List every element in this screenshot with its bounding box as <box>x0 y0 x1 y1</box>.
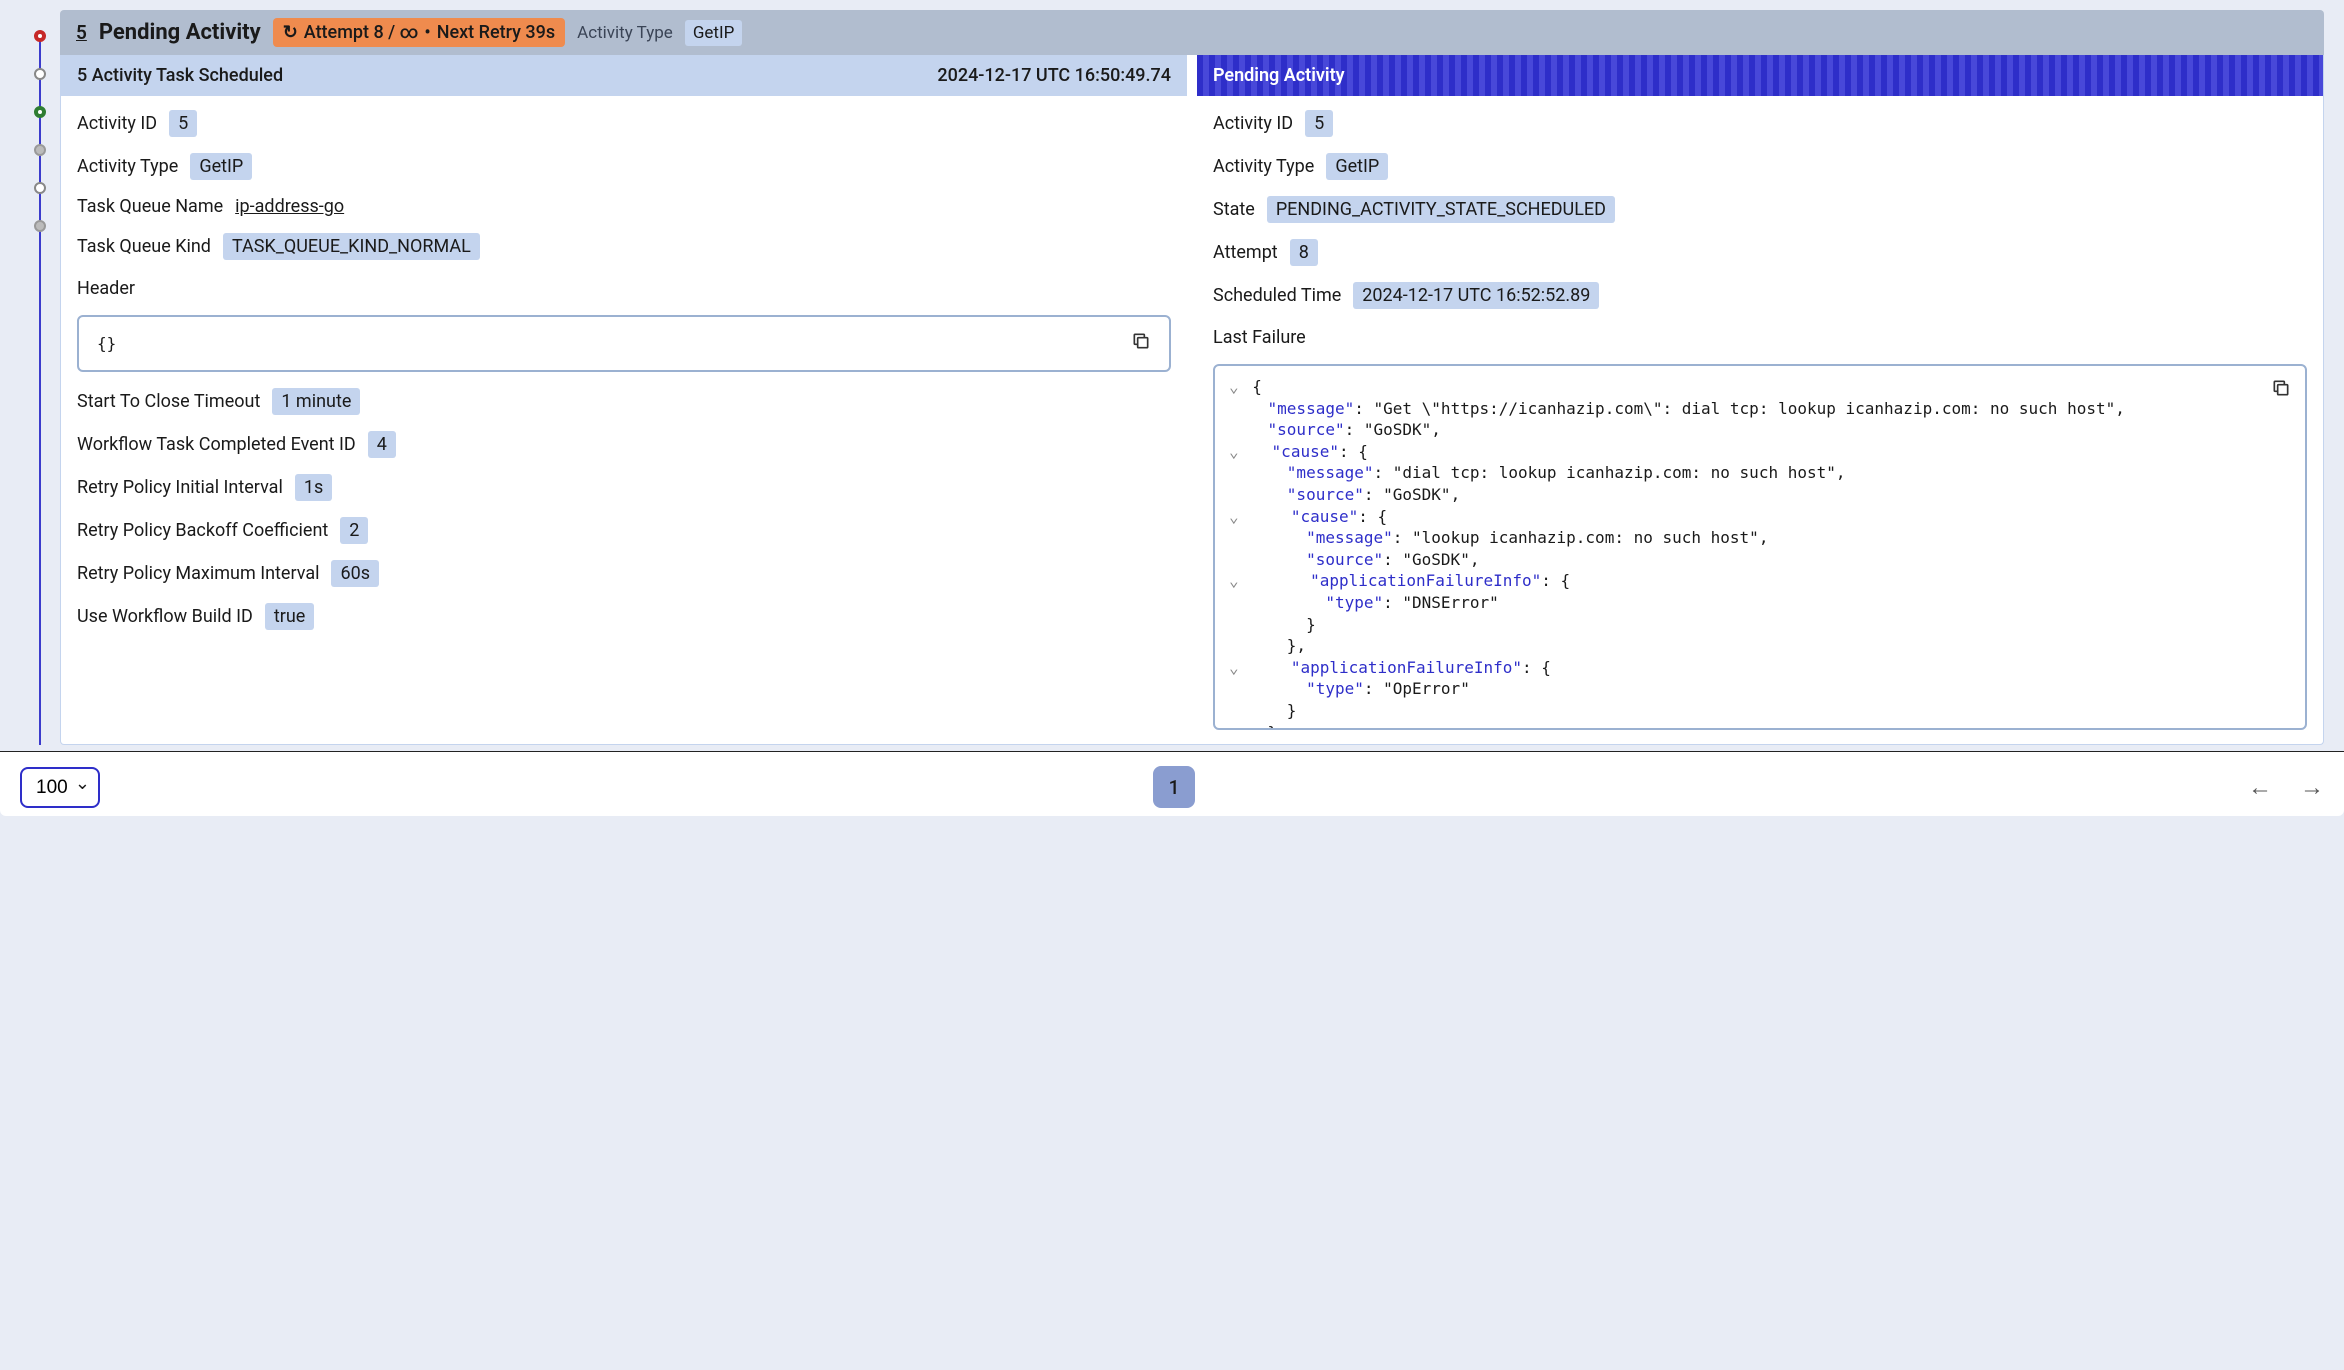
scheduled-panel-timestamp: 2024-12-17 UTC 16:50:49.74 <box>937 65 1171 86</box>
event-timeline <box>20 10 60 745</box>
retry-badge: ↻ Attempt 8 / ∞ • Next Retry 39s <box>273 18 565 47</box>
field-retry-initial: Retry Policy Initial Interval 1s <box>77 474 1171 501</box>
next-page-icon[interactable]: → <box>2300 773 2324 802</box>
event-header-bar: 5 Pending Activity ↻ Attempt 8 / ∞ • Nex… <box>60 10 2324 55</box>
timeline-dot[interactable] <box>34 144 46 156</box>
timeline-dot[interactable] <box>34 182 46 194</box>
task-queue-link[interactable]: ip-address-go <box>235 196 344 217</box>
field-task-queue-name: Task Queue Name ip-address-go <box>77 196 1171 217</box>
pagination-footer: 100 1 ← → <box>0 751 2344 816</box>
field-scheduled-time: Scheduled Time 2024-12-17 UTC 16:52:52.8… <box>1213 282 2307 309</box>
field-retry-max: Retry Policy Maximum Interval 60s <box>77 560 1171 587</box>
event-title: Pending Activity <box>99 20 261 45</box>
field-task-queue-kind: Task Queue Kind TASK_QUEUE_KIND_NORMAL <box>77 233 1171 260</box>
expand-icon[interactable]: ⌄ <box>1229 442 1243 461</box>
field-state: State PENDING_ACTIVITY_STATE_SCHEDULED <box>1213 196 2307 223</box>
expand-icon[interactable]: ⌄ <box>1229 507 1243 526</box>
field-pending-activity-id: Activity ID 5 <box>1213 110 2307 137</box>
activity-type-label: Activity Type <box>577 23 673 43</box>
timeline-dot[interactable] <box>34 68 46 80</box>
last-failure-label: Last Failure <box>1213 327 2307 348</box>
retry-attempt-text: Attempt 8 / ∞ <box>304 22 419 43</box>
timeline-dot[interactable] <box>34 106 46 118</box>
field-pending-activity-type: Activity Type GetIP <box>1213 153 2307 180</box>
expand-icon[interactable]: ⌄ <box>1229 658 1243 677</box>
header-code-box: {} <box>77 315 1171 372</box>
event-number[interactable]: 5 <box>76 21 87 44</box>
field-activity-type: Activity Type GetIP <box>77 153 1171 180</box>
header-value: {} <box>97 334 116 353</box>
expand-icon[interactable]: ⌄ <box>1229 377 1243 396</box>
retry-icon: ↻ <box>283 22 298 43</box>
last-failure-json: ⌄ { "message": "Get \"https://icanhazip.… <box>1213 364 2307 730</box>
field-attempt: Attempt 8 <box>1213 239 2307 266</box>
retry-next-text: Next Retry 39s <box>437 22 555 43</box>
field-start-to-close: Start To Close Timeout 1 minute <box>77 388 1171 415</box>
field-wf-task-completed: Workflow Task Completed Event ID 4 <box>77 431 1171 458</box>
pending-panel: Pending Activity Activity ID 5 Activity … <box>1197 55 2323 744</box>
activity-type-value: GetIP <box>685 20 743 46</box>
page-number[interactable]: 1 <box>1153 766 1195 808</box>
expand-icon[interactable]: ⌄ <box>1229 571 1243 590</box>
timeline-dot[interactable] <box>34 220 46 232</box>
prev-page-icon[interactable]: ← <box>2248 773 2272 802</box>
pending-panel-title: Pending Activity <box>1213 65 1345 86</box>
copy-icon[interactable] <box>2271 378 2291 405</box>
field-use-wf-build: Use Workflow Build ID true <box>77 603 1171 630</box>
copy-icon[interactable] <box>1131 331 1151 356</box>
header-label: Header <box>77 278 1171 299</box>
field-retry-backoff: Retry Policy Backoff Coefficient 2 <box>77 517 1171 544</box>
scheduled-panel: 5 Activity Task Scheduled 2024-12-17 UTC… <box>61 55 1187 744</box>
timeline-dot-current[interactable] <box>34 30 46 42</box>
page-size-select[interactable]: 100 <box>20 767 100 808</box>
scheduled-panel-title: 5 Activity Task Scheduled <box>77 65 283 86</box>
field-activity-id: Activity ID 5 <box>77 110 1171 137</box>
